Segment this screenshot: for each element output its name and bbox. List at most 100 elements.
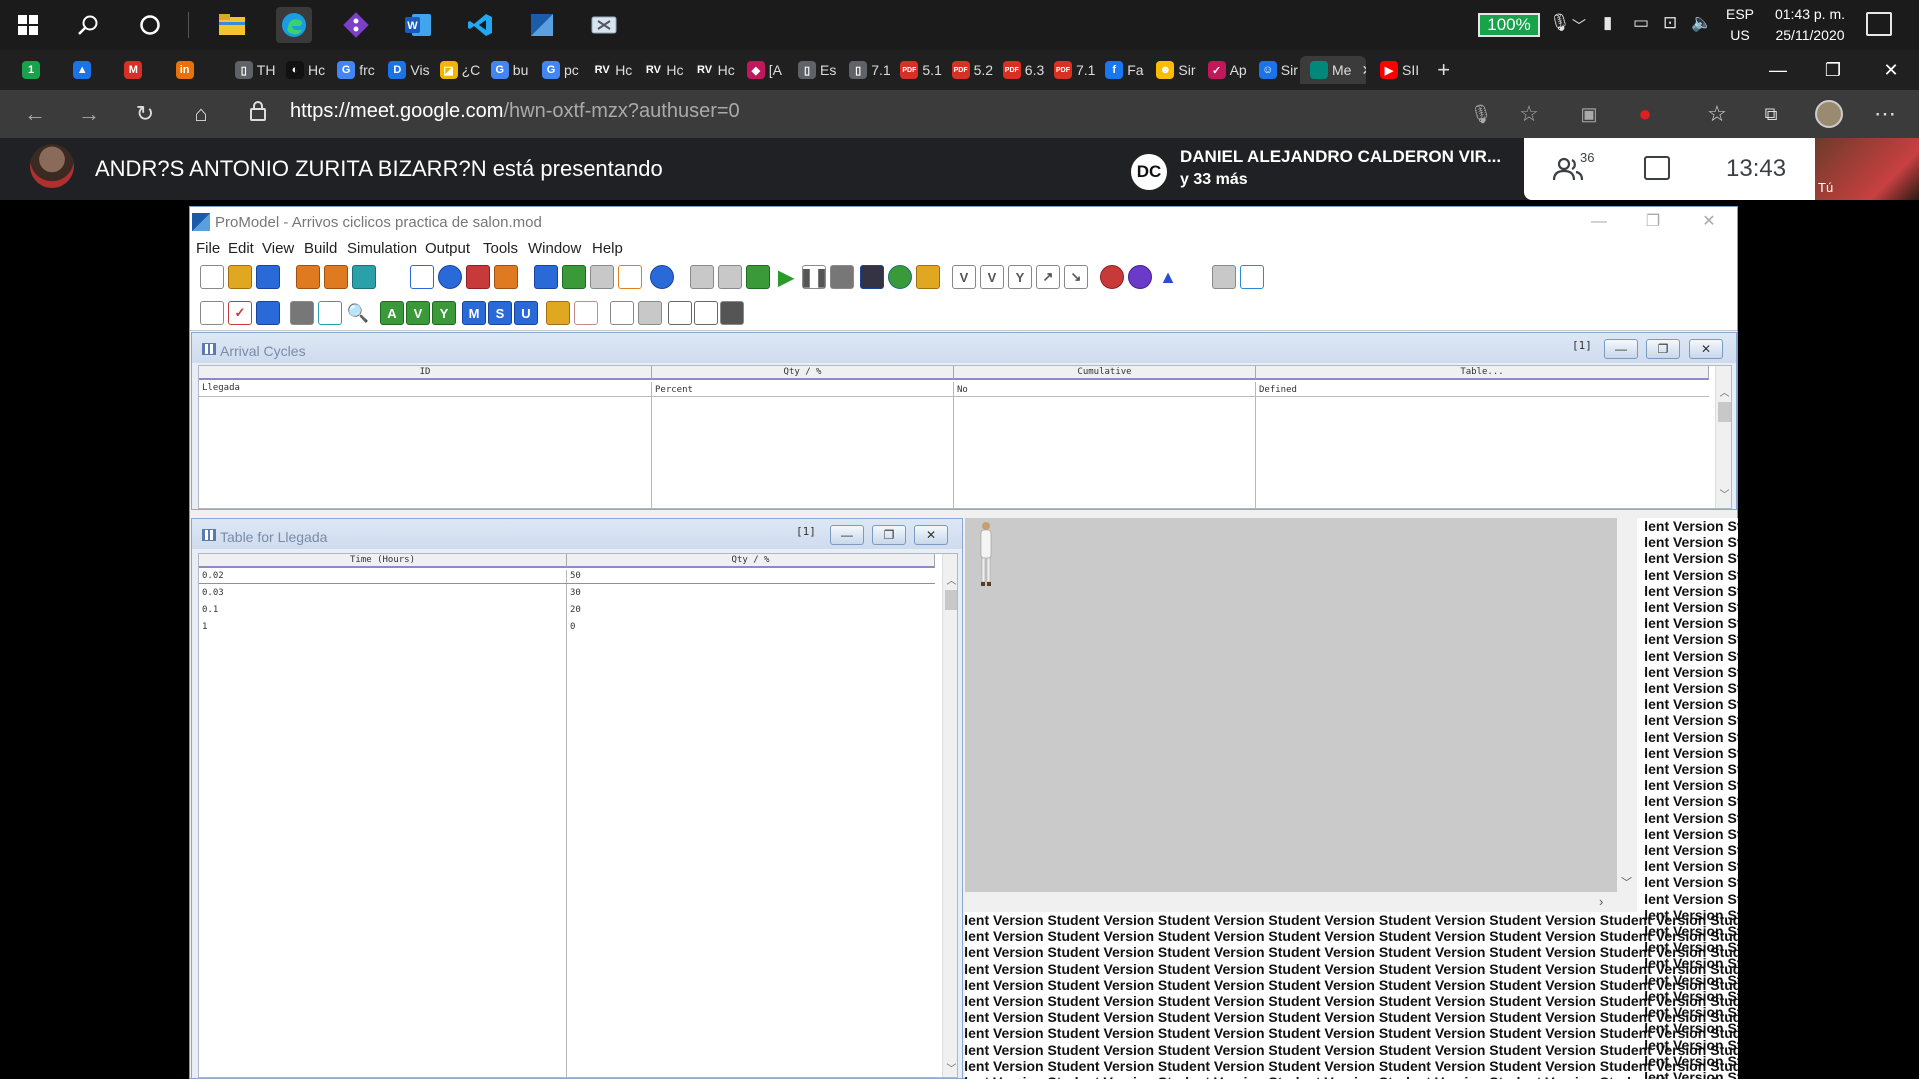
cortana-icon[interactable] (132, 7, 168, 43)
arrival-cycles-titlebar[interactable]: Arrival Cycles [1] — ❐ ✕ (192, 333, 1736, 363)
chevron-up-icon[interactable]: ﹀ (1572, 16, 1586, 36)
toolbar-u-icon[interactable]: U (514, 301, 538, 325)
menu-tools[interactable]: Tools (483, 240, 518, 257)
cell-qty-type[interactable]: Percent (652, 385, 693, 395)
promodel-titlebar[interactable]: ProModel - Arrivos ciclicos practica de … (190, 207, 1737, 237)
monitor-icon[interactable] (1240, 265, 1264, 289)
maximize-window-button[interactable]: ❐ (1810, 50, 1856, 90)
cell-time[interactable]: 0.1 (199, 605, 218, 615)
new-file-icon[interactable] (200, 265, 224, 289)
close-window-button[interactable]: ✕ (1868, 50, 1914, 90)
layout-horizontal-scrollbar[interactable]: › (965, 892, 1637, 912)
scroll-up-icon[interactable]: ︿ (943, 572, 957, 587)
shifts-icon[interactable] (590, 265, 614, 289)
print-preview-icon[interactable] (638, 301, 662, 325)
lock-icon[interactable] (250, 101, 266, 121)
outdent-icon[interactable] (694, 301, 718, 325)
palette-icon[interactable] (574, 301, 598, 325)
menu-window[interactable]: Window (528, 240, 581, 257)
cell-time[interactable]: 1 (199, 622, 207, 632)
run-icon[interactable]: ▶ (774, 265, 798, 289)
cell-table[interactable]: Defined (1256, 385, 1297, 395)
save-icon[interactable] (256, 265, 280, 289)
menu-edit[interactable]: Edit (228, 240, 254, 257)
menu-build[interactable]: Build (304, 240, 337, 257)
address-bar[interactable]: https://meet.google.com/hwn-oxtf-mzx?aut… (290, 100, 740, 123)
scroll-thumb[interactable] (1718, 402, 1731, 422)
close-tab-icon[interactable]: ✕ (1361, 62, 1366, 79)
chart-icon[interactable]: ↗ (1036, 265, 1060, 289)
promodel-taskbar-icon[interactable] (524, 7, 560, 43)
notification-center-icon[interactable] (1866, 12, 1892, 36)
background-graphics-icon[interactable] (352, 265, 376, 289)
volume-icon[interactable]: 🔈 (1691, 13, 1712, 33)
search-icon[interactable] (70, 7, 106, 43)
mdi-minimize-icon[interactable]: — (830, 525, 864, 545)
import-icon[interactable] (256, 301, 280, 325)
reload-icon[interactable]: ↻ (128, 98, 162, 130)
save-and-run-icon[interactable] (746, 265, 770, 289)
table-llegada-scrollbar[interactable]: ︿ ﹀ (942, 554, 957, 1077)
scroll-down-icon[interactable]: ﹀ (943, 1060, 957, 1075)
variable-icon[interactable]: V (952, 265, 976, 289)
scroll-up-icon[interactable]: ︿ (1716, 384, 1731, 399)
language-indicator[interactable]: ESP US (1726, 4, 1754, 46)
toolbar-a-icon[interactable]: A (380, 301, 404, 325)
column-header-time[interactable]: Time (Hours) (199, 554, 567, 568)
profile-avatar[interactable] (1812, 98, 1846, 130)
camera-icon[interactable] (290, 301, 314, 325)
menu-file[interactable]: File (196, 240, 220, 257)
trash-icon[interactable] (720, 301, 744, 325)
info-icon[interactable] (650, 265, 674, 289)
battery-indicator[interactable]: 100% (1478, 13, 1540, 37)
options-icon[interactable] (690, 265, 714, 289)
git-app-icon[interactable] (338, 7, 374, 43)
mdi-close-icon[interactable]: ✕ (914, 525, 948, 545)
column-header-cumulative[interactable]: Cumulative (954, 366, 1256, 380)
cell-qty[interactable]: 0 (567, 622, 575, 632)
column-header-qty[interactable]: Qty / % (652, 366, 954, 380)
back-arrow-icon[interactable]: ← (18, 98, 52, 130)
table-for-llegada-window[interactable]: Table for Llegada [1] — ❐ ✕ Time (Hours)… (191, 518, 963, 1079)
vscode-icon[interactable] (462, 7, 498, 43)
toolbar-m-icon[interactable]: M (462, 301, 486, 325)
taskbar-clock[interactable]: 01:43 p. m. 25/11/2020 (1770, 4, 1850, 46)
process-navigator-icon[interactable] (1128, 265, 1152, 289)
checklist-icon[interactable]: ✓ (228, 301, 252, 325)
extension-icon[interactable]: ▣ (1572, 98, 1606, 130)
minimize-window-button[interactable]: — (1755, 50, 1801, 90)
table-icon[interactable] (200, 301, 224, 325)
triangle-icon[interactable]: ▲ (1156, 265, 1180, 289)
layout-vertical-scrollbar[interactable]: ﹀ (1617, 518, 1637, 892)
find-icon[interactable] (610, 301, 634, 325)
scroll-down-icon[interactable]: ﹀ (1621, 874, 1632, 890)
snipping-tool-icon[interactable] (586, 7, 622, 43)
forward-arrow-icon[interactable]: → (72, 98, 106, 130)
favorites-icon[interactable]: ☆ (1700, 98, 1734, 130)
browser-tab[interactable]: Me ✕ (1300, 56, 1366, 84)
toolbar-s-icon[interactable]: S (488, 301, 512, 325)
microphone-tray-icon[interactable]: 🎙 (1549, 13, 1571, 33)
battery-tray-icon[interactable]: ▭ (1633, 13, 1649, 33)
graphic-editor-icon[interactable] (1184, 265, 1208, 289)
mdi-restore-icon[interactable]: ❐ (872, 525, 906, 545)
cell-time[interactable]: 0.02 (199, 571, 224, 581)
entity-person-icon[interactable] (977, 520, 995, 590)
cell-time[interactable]: 0.03 (199, 588, 224, 598)
3d-editor-icon[interactable] (1212, 265, 1236, 289)
badge-icon[interactable] (546, 301, 570, 325)
menu-simulation[interactable]: Simulation (347, 240, 417, 257)
menu-view[interactable]: View (262, 240, 294, 257)
new-tab-button[interactable]: + (1427, 56, 1489, 84)
file-explorer-icon[interactable] (214, 7, 250, 43)
browser-tab[interactable]: in (166, 56, 228, 84)
arrival-cycles-scrollbar[interactable]: ︿ ﹀ (1715, 366, 1731, 508)
layout-window[interactable]: ﹀ › Student Version Student VersionStude… (965, 518, 1738, 1079)
globe-icon[interactable] (888, 265, 912, 289)
mdi-close-icon[interactable]: ✕ (1689, 339, 1723, 359)
edge-browser-icon[interactable] (276, 7, 312, 43)
layout-canvas[interactable] (965, 518, 1617, 892)
cell-id[interactable]: Llegada (199, 383, 240, 393)
pause-icon[interactable]: ❚❚ (799, 265, 829, 289)
word-icon[interactable]: W (400, 7, 436, 43)
